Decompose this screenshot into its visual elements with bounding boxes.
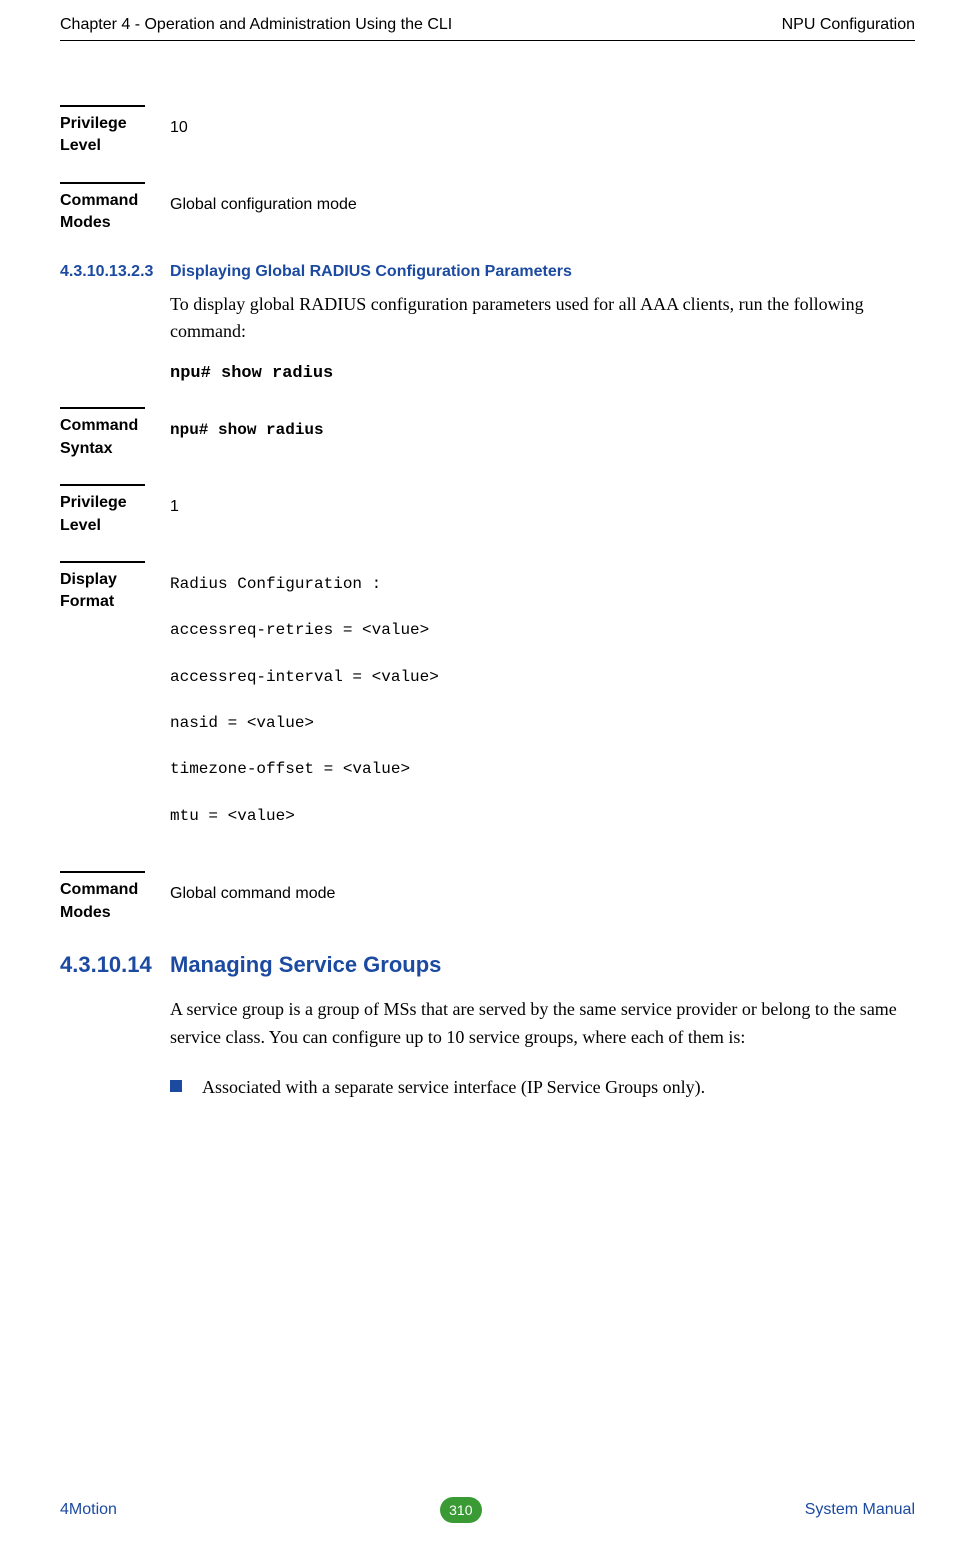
command-syntax-label: Command Syntax [60,415,170,460]
section-number: 4.3.10.14 [60,952,170,978]
footer-left: 4Motion [60,1501,117,1519]
property-rule [60,105,145,107]
command-modes-value: Global command mode [170,879,915,909]
property-rule [60,561,145,563]
display-format-line: timezone-offset = <value> [170,754,915,784]
display-format-line: Radius Configuration : [170,569,915,599]
property-rule [60,484,145,486]
display-format-value: Radius Configuration : accessreq-retries… [170,569,915,847]
display-format-line: nasid = <value> [170,708,915,738]
display-format-line: accessreq-interval = <value> [170,662,915,692]
privilege-level-value: 10 [170,113,915,143]
display-format-line: accessreq-retries = <value> [170,615,915,645]
privilege-level-label: Privilege Level [60,113,170,158]
property-rule [60,407,145,409]
bullet-text: Associated with a separate service inter… [202,1074,705,1102]
header-right: NPU Configuration [782,16,915,34]
command-modes-label: Command Modes [60,879,170,924]
footer-center: 310 [440,1497,482,1523]
display-format-line: mtu = <value> [170,801,915,831]
display-format-label: Display Format [60,569,170,614]
footer-right: System Manual [805,1501,915,1519]
section-number: 4.3.10.13.2.3 [60,263,170,281]
privilege-level-value: 1 [170,492,915,522]
command-syntax-value: npu# show radius [170,415,915,445]
section-body: To display global RADIUS configuration p… [170,291,915,347]
page-number-pill: 310 [440,1497,482,1523]
bullet-square-icon [170,1080,182,1092]
section-title: Managing Service Groups [170,952,441,978]
command-modes-label: Command Modes [60,190,170,235]
property-rule [60,871,145,873]
section-command: npu# show radius [170,364,915,383]
property-rule [60,182,145,184]
section-title: Displaying Global RADIUS Configuration P… [170,263,572,281]
privilege-level-label: Privilege Level [60,492,170,537]
section-body: A service group is a group of MSs that a… [170,996,915,1052]
header-left: Chapter 4 - Operation and Administration… [60,16,452,34]
command-modes-value: Global configuration mode [170,190,915,220]
